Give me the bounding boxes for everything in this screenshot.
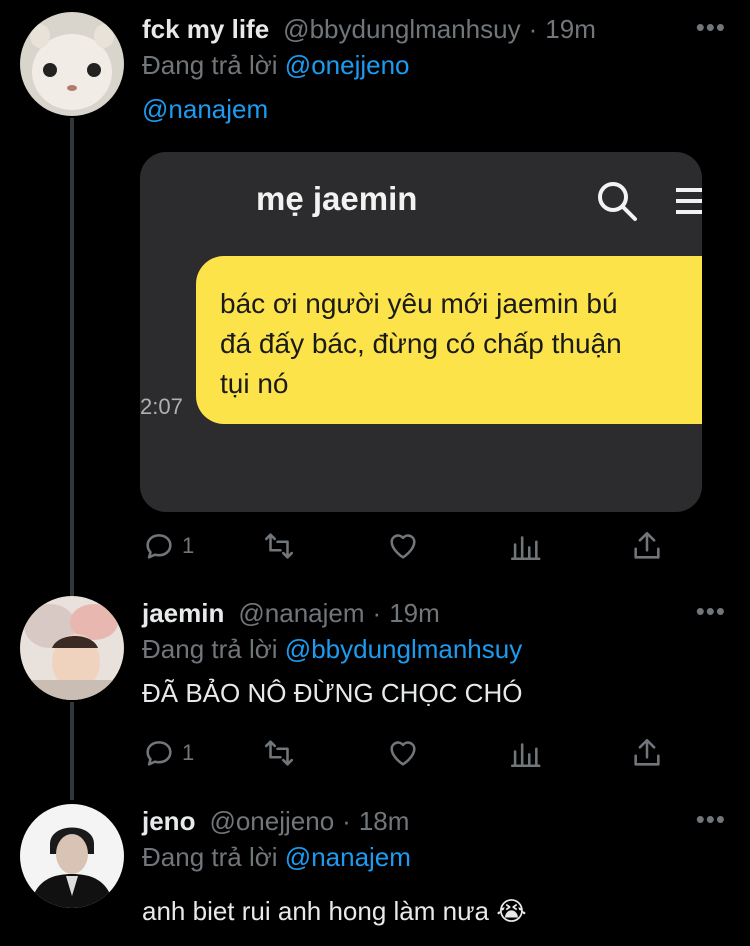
reply-icon <box>146 741 172 766</box>
replying-to: Đang trả lời @bbydunglmanhsuy <box>142 632 730 666</box>
thread-line <box>70 702 74 800</box>
reply-count: 1 <box>182 533 195 558</box>
views-button[interactable] <box>508 529 542 563</box>
reply-icon <box>146 534 172 559</box>
reply-button[interactable]: 1 <box>142 736 194 770</box>
replying-to-mention[interactable]: @bbydunglmanhsuy <box>285 634 522 664</box>
tweet-text: @nanajem <box>142 92 730 126</box>
heart-icon <box>390 741 416 766</box>
replying-to-mention[interactable]: @nanajem <box>285 842 411 872</box>
like-button[interactable] <box>386 529 420 563</box>
avatar[interactable] <box>20 12 124 116</box>
tweet-actions: 1 <box>142 736 682 770</box>
share-icon <box>634 531 660 559</box>
username[interactable]: @nanajem <box>238 596 364 630</box>
chat-message-time: 2:07 <box>140 394 183 419</box>
tweet-media-image[interactable]: mẹ jaemin bác ơi người yêu mới jaemin bú… <box>140 152 702 512</box>
heart-icon <box>390 534 416 559</box>
username[interactable]: @bbydunglmanhsuy <box>283 12 520 46</box>
replying-to-label: Đang trả lời <box>142 50 278 80</box>
timestamp[interactable]: 19m <box>389 596 440 630</box>
replying-to-label: Đang trả lời <box>142 842 278 872</box>
like-button[interactable] <box>386 736 420 770</box>
display-name[interactable]: fck my life <box>142 12 269 46</box>
reply-button[interactable]: 1 <box>142 529 194 563</box>
chat-message-bubble: bác ơi người yêu mới jaemin bú đá đấy bá… <box>196 256 702 424</box>
tweet-header: fck my life @bbydunglmanhsuy · 19m <box>142 12 730 46</box>
avatar[interactable] <box>20 596 124 700</box>
chat-message-line: đá đấy bác, đừng có chấp thuận <box>220 328 622 359</box>
retweet-button[interactable] <box>262 529 296 563</box>
timestamp[interactable]: 18m <box>359 804 410 838</box>
menu-icon <box>676 188 702 214</box>
tweet-text: ĐÃ BẢO NÔ ĐỪNG CHỌC CHÓ <box>142 678 523 708</box>
display-name[interactable]: jeno <box>142 804 195 838</box>
thread-line <box>70 118 74 596</box>
separator-dot: · <box>342 806 351 836</box>
separator-dot: · <box>372 598 382 628</box>
replying-to: Đang trả lời @nanajem <box>142 840 730 874</box>
tweet-text: anh biet rui anh hong làm nưa 😭 <box>142 896 527 926</box>
replying-to: Đang trả lời @onejjeno <box>142 48 730 82</box>
replying-to-mention[interactable]: @onejjeno <box>285 50 410 80</box>
retweet-icon <box>264 533 294 559</box>
analytics-icon <box>510 536 541 561</box>
chat-title: mẹ jaemin <box>256 180 418 217</box>
analytics-icon <box>510 743 541 768</box>
more-options-icon[interactable]: ••• <box>696 804 726 834</box>
avatar[interactable] <box>20 804 124 908</box>
views-button[interactable] <box>508 736 542 770</box>
tweet-actions: 1 <box>142 529 682 563</box>
tweet-header: jaemin @nanajem · 19m <box>142 596 730 630</box>
username[interactable]: @onejjeno <box>209 804 334 838</box>
separator-dot: · <box>528 14 538 44</box>
display-name[interactable]: jaemin <box>142 596 224 630</box>
share-button[interactable] <box>630 529 664 563</box>
mention-link[interactable]: @nanajem <box>142 94 268 124</box>
retweet-button[interactable] <box>262 736 296 770</box>
more-options-icon[interactable]: ••• <box>696 12 726 42</box>
search-icon <box>598 182 637 221</box>
chat-message-line: tụi nó <box>220 368 289 399</box>
more-options-icon[interactable]: ••• <box>696 596 726 626</box>
timestamp[interactable]: 19m <box>545 12 596 46</box>
chat-message-line: bác ơi người yêu mới jaemin bú <box>220 288 618 319</box>
reply-count: 1 <box>182 740 195 765</box>
retweet-icon <box>264 740 294 766</box>
tweet-header: jeno @onejjeno · 18m <box>142 804 730 838</box>
share-icon <box>634 738 660 766</box>
share-button[interactable] <box>630 736 664 770</box>
replying-to-label: Đang trả lời <box>142 634 278 664</box>
